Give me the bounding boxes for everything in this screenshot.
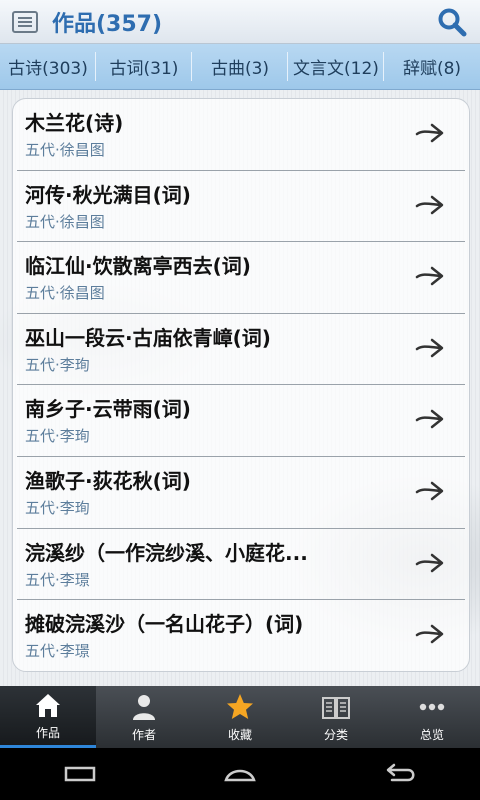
home-icon [36,694,60,717]
works-list: 木兰花(诗) 五代·徐昌图 河传·秋光满目(词) 五代·徐昌图 临江仙·饮散离亭… [12,98,470,672]
list-item[interactable]: 木兰花(诗) 五代·徐昌图 [17,99,465,171]
work-title: 渔歌子·荻花秋(词) [25,468,191,493]
back-icon[interactable] [380,762,420,786]
work-title: 木兰花(诗) [25,111,124,135]
category-tabs: 古诗(303) 古词(31) 古曲(3) 文言文(12) 辞赋(8) [0,44,480,90]
nav-favorites[interactable]: 收藏 [192,686,288,748]
bottom-navigation: 作品 作者 收藏 分类 总览 [0,686,480,748]
nav-label: 分类 [323,727,348,742]
tab-guqu[interactable]: 古曲(3) [192,44,288,89]
list-item[interactable]: 河传·秋光满目(词) 五代·徐昌图 [17,171,465,243]
nav-overview[interactable]: 总览 [384,686,480,748]
work-author: 五代·李珣 [25,427,90,446]
nav-label: 作品 [35,726,60,740]
work-title: 巫山一段云·古庙依青嶂(词) [25,325,271,350]
book-icon [322,696,350,719]
arrow-right-icon [415,123,444,143]
arrow-right-icon [415,338,444,358]
nav-works[interactable]: 作品 [0,686,96,748]
work-author: 五代·李珣 [25,498,90,517]
nav-categories[interactable]: 分类 [288,686,384,748]
nav-label: 收藏 [227,727,252,742]
work-title: 临江仙·饮散离亭西去(词) [25,254,251,279]
menu-icon[interactable] [12,10,38,33]
arrow-right-icon [415,624,444,644]
work-title: 摊破浣溪沙（一名山花子）(词) [25,612,304,637]
tab-cifu[interactable]: 辞赋(8) [384,44,480,89]
work-author: 五代·李璟 [25,570,90,589]
list-item[interactable]: 摊破浣溪沙（一名山花子）(词) 五代·李璟 [17,600,465,671]
home-button-icon[interactable] [220,762,260,786]
list-item[interactable]: 巫山一段云·古庙依青嶂(词) 五代·李珣 [17,314,465,386]
tab-gushi[interactable]: 古诗(303) [0,44,96,89]
work-author: 五代·李璟 [25,642,90,661]
list-item[interactable]: 渔歌子·荻花秋(词) 五代·李珣 [17,457,465,529]
page-title: 作品(357) [52,11,163,37]
nav-label: 作者 [131,727,156,742]
list-item[interactable]: 临江仙·饮散离亭西去(词) 五代·徐昌图 [17,242,465,314]
app-header: 作品(357) [0,0,480,44]
work-title: 南乡子·云带雨(词) [25,397,191,422]
list-item[interactable]: 浣溪纱（一作浣纱溪、小庭花... 五代·李璟 [17,529,465,601]
nav-label: 总览 [419,727,444,742]
work-title: 河传·秋光满目(词) [25,182,191,207]
star-icon [227,693,253,719]
work-author: 五代·李珣 [25,355,90,374]
work-author: 五代·徐昌图 [25,212,105,231]
list-item[interactable]: 南乡子·云带雨(词) 五代·李珣 [17,385,465,457]
nav-authors[interactable]: 作者 [96,686,192,748]
work-author: 五代·徐昌图 [25,284,105,303]
system-nav-bar [0,748,480,800]
tab-wenyanwen[interactable]: 文言文(12) [288,44,384,89]
arrow-right-icon [415,410,444,429]
arrow-right-icon [415,553,444,572]
arrow-right-icon [415,481,444,501]
tab-guci[interactable]: 古词(31) [96,44,192,89]
arrow-right-icon [415,195,444,214]
more-dots-icon [419,703,445,710]
work-author: 五代·徐昌图 [25,141,105,159]
arrow-right-icon [415,266,444,286]
search-icon[interactable] [436,6,468,38]
work-title: 浣溪纱（一作浣纱溪、小庭花... [25,540,308,565]
recent-apps-icon[interactable] [60,762,100,786]
person-icon [133,694,155,720]
